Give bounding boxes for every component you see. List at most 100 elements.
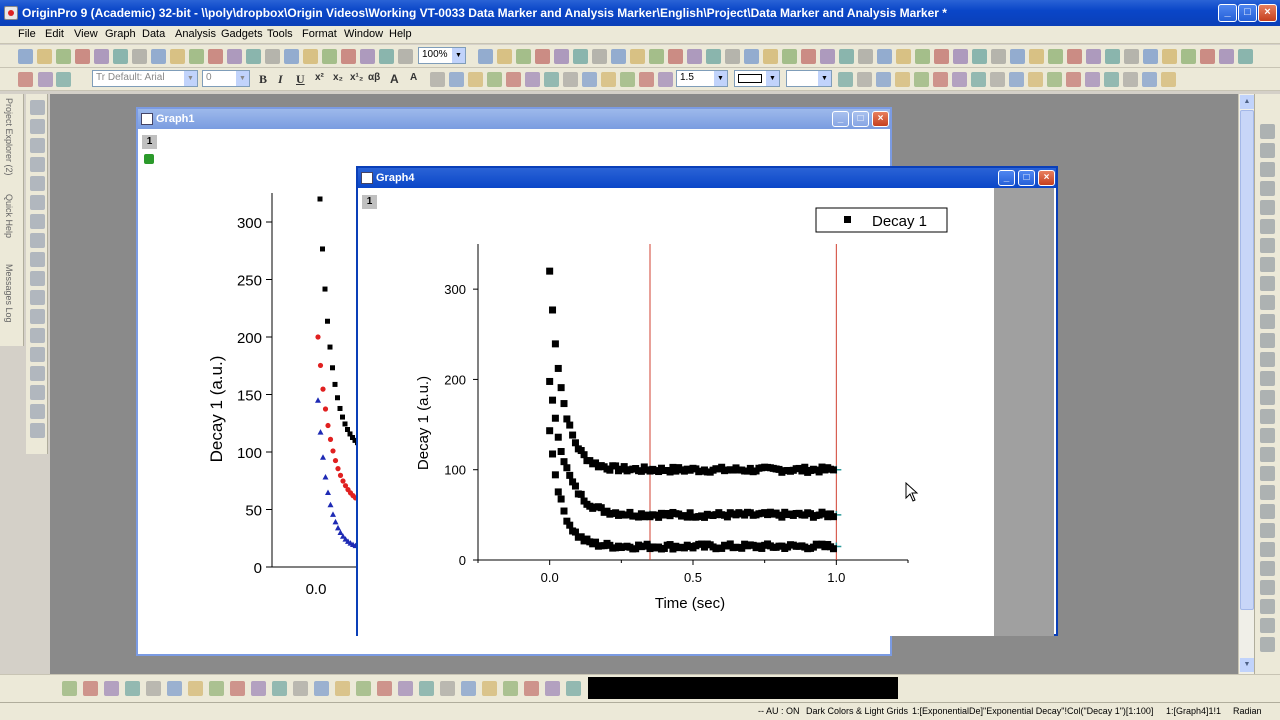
toolbar-icon[interactable]	[1086, 49, 1101, 64]
menu-help[interactable]: Help	[389, 28, 412, 40]
workspace-scrollbar[interactable]: ▲ ▼	[1238, 94, 1254, 674]
toolbar-icon[interactable]	[360, 49, 375, 64]
layer-tool-icon[interactable]	[1260, 219, 1275, 234]
plot-type-icon[interactable]	[251, 681, 266, 696]
tool-icon[interactable]	[30, 366, 45, 381]
tool-icon[interactable]	[30, 385, 45, 400]
graph1-close-button[interactable]: ×	[872, 111, 889, 127]
layer-tool-icon[interactable]	[1260, 504, 1275, 519]
menu-analysis[interactable]: Analysis	[175, 28, 216, 40]
toolbar-icon[interactable]	[430, 72, 445, 87]
toolbar-icon[interactable]	[554, 49, 569, 64]
toolbar-icon[interactable]	[611, 49, 626, 64]
layer-tool-icon[interactable]	[1260, 447, 1275, 462]
graph4-titlebar[interactable]: Graph4 _ □ ×	[358, 168, 1056, 188]
toolbar-icon[interactable]	[1162, 49, 1177, 64]
toolbar-icon[interactable]	[37, 49, 52, 64]
graph4-legend[interactable]: Decay 1	[815, 207, 948, 233]
tool-icon[interactable]	[30, 423, 45, 438]
toolbar-icon[interactable]	[113, 49, 128, 64]
underline-button[interactable]: U	[296, 72, 305, 87]
bold-button[interactable]: B	[259, 72, 267, 87]
toolbar-icon[interactable]	[820, 49, 835, 64]
toolbar-icon[interactable]	[478, 49, 493, 64]
toolbar-icon[interactable]	[563, 72, 578, 87]
layer-tool-icon[interactable]	[1260, 257, 1275, 272]
layer-tool-icon[interactable]	[1260, 352, 1275, 367]
toolbar-icon[interactable]	[322, 49, 337, 64]
graph1-minimize-button[interactable]: _	[832, 111, 849, 127]
toolbar-icon[interactable]	[763, 49, 778, 64]
layer-tool-icon[interactable]	[1260, 314, 1275, 329]
menu-data[interactable]: Data	[142, 28, 165, 40]
toolbar-icon[interactable]	[94, 49, 109, 64]
toolbar-icon[interactable]	[1048, 49, 1063, 64]
toolbar-icon[interactable]	[75, 49, 90, 64]
plot-type-icon[interactable]	[398, 681, 413, 696]
minimize-button[interactable]: _	[1218, 4, 1237, 22]
toolbar-icon[interactable]	[858, 49, 873, 64]
maximize-button[interactable]: □	[1238, 4, 1257, 22]
toolbar-icon[interactable]	[1143, 49, 1158, 64]
greek-button[interactable]: αβ	[368, 72, 380, 83]
menu-gadgets[interactable]: Gadgets	[221, 28, 263, 40]
layer-tool-icon[interactable]	[1260, 162, 1275, 177]
toolbar-icon[interactable]	[1161, 72, 1176, 87]
toolbar-icon[interactable]	[668, 49, 683, 64]
plot-type-icon[interactable]	[377, 681, 392, 696]
tool-icon[interactable]	[30, 119, 45, 134]
plot-type-icon[interactable]	[335, 681, 350, 696]
decrease-font-button[interactable]: A	[410, 72, 417, 83]
toolbar-icon[interactable]	[449, 72, 464, 87]
toolbar-icon[interactable]	[303, 49, 318, 64]
toolbar-icon[interactable]	[18, 49, 33, 64]
toolbar-icon[interactable]	[877, 49, 892, 64]
pattern-combo[interactable]: ▼	[786, 70, 832, 87]
toolbar-icon[interactable]	[535, 49, 550, 64]
toolbar-icon[interactable]	[341, 49, 356, 64]
plot-type-icon[interactable]	[419, 681, 434, 696]
toolbar-icon[interactable]	[582, 72, 597, 87]
font-size-combo[interactable]: 0 ▼	[202, 70, 250, 87]
toolbar-icon[interactable]	[649, 49, 664, 64]
subscript-button[interactable]: x₂	[333, 72, 343, 83]
toolbar-icon[interactable]	[1219, 49, 1234, 64]
layer-tool-icon[interactable]	[1260, 523, 1275, 538]
layer-tool-icon[interactable]	[1260, 333, 1275, 348]
plot-type-icon[interactable]	[545, 681, 560, 696]
toolbar-icon[interactable]	[592, 49, 607, 64]
toolbar-icon[interactable]	[516, 49, 531, 64]
toolbar-icon[interactable]	[782, 49, 797, 64]
tool-icon[interactable]	[30, 328, 45, 343]
toolbar-icon[interactable]	[573, 49, 588, 64]
messages-log-tab[interactable]: Messages Log	[4, 264, 14, 323]
layer-tool-icon[interactable]	[1260, 200, 1275, 215]
plot-type-icon[interactable]	[482, 681, 497, 696]
chevron-down-icon[interactable]: ▼	[818, 71, 831, 86]
toolbar-icon[interactable]	[1238, 49, 1253, 64]
toolbar-icon[interactable]	[398, 49, 413, 64]
tool-icon[interactable]	[30, 195, 45, 210]
toolbar-icon[interactable]	[227, 49, 242, 64]
tool-icon[interactable]	[30, 404, 45, 419]
chevron-down-icon[interactable]: ▼	[766, 71, 779, 86]
toolbar-icon[interactable]	[838, 72, 853, 87]
toolbar-icon[interactable]	[1142, 72, 1157, 87]
toolbar-icon[interactable]	[991, 49, 1006, 64]
tool-icon[interactable]	[30, 138, 45, 153]
layer-tool-icon[interactable]	[1260, 580, 1275, 595]
plot-type-icon[interactable]	[314, 681, 329, 696]
toolbar-icon[interactable]	[506, 72, 521, 87]
tool-icon[interactable]	[30, 176, 45, 191]
toolbar-icon[interactable]	[18, 72, 33, 87]
quick-help-tab[interactable]: Quick Help	[4, 194, 14, 238]
graph4-minimize-button[interactable]: _	[998, 170, 1015, 186]
toolbar-icon[interactable]	[801, 49, 816, 64]
plot-type-icon[interactable]	[230, 681, 245, 696]
layer-tool-icon[interactable]	[1260, 466, 1275, 481]
toolbar-icon[interactable]	[1105, 49, 1120, 64]
toolbar-icon[interactable]	[265, 49, 280, 64]
plot-type-icon[interactable]	[104, 681, 119, 696]
toolbar-icon[interactable]	[525, 72, 540, 87]
supsub-button[interactable]: x¹₂	[350, 72, 363, 83]
